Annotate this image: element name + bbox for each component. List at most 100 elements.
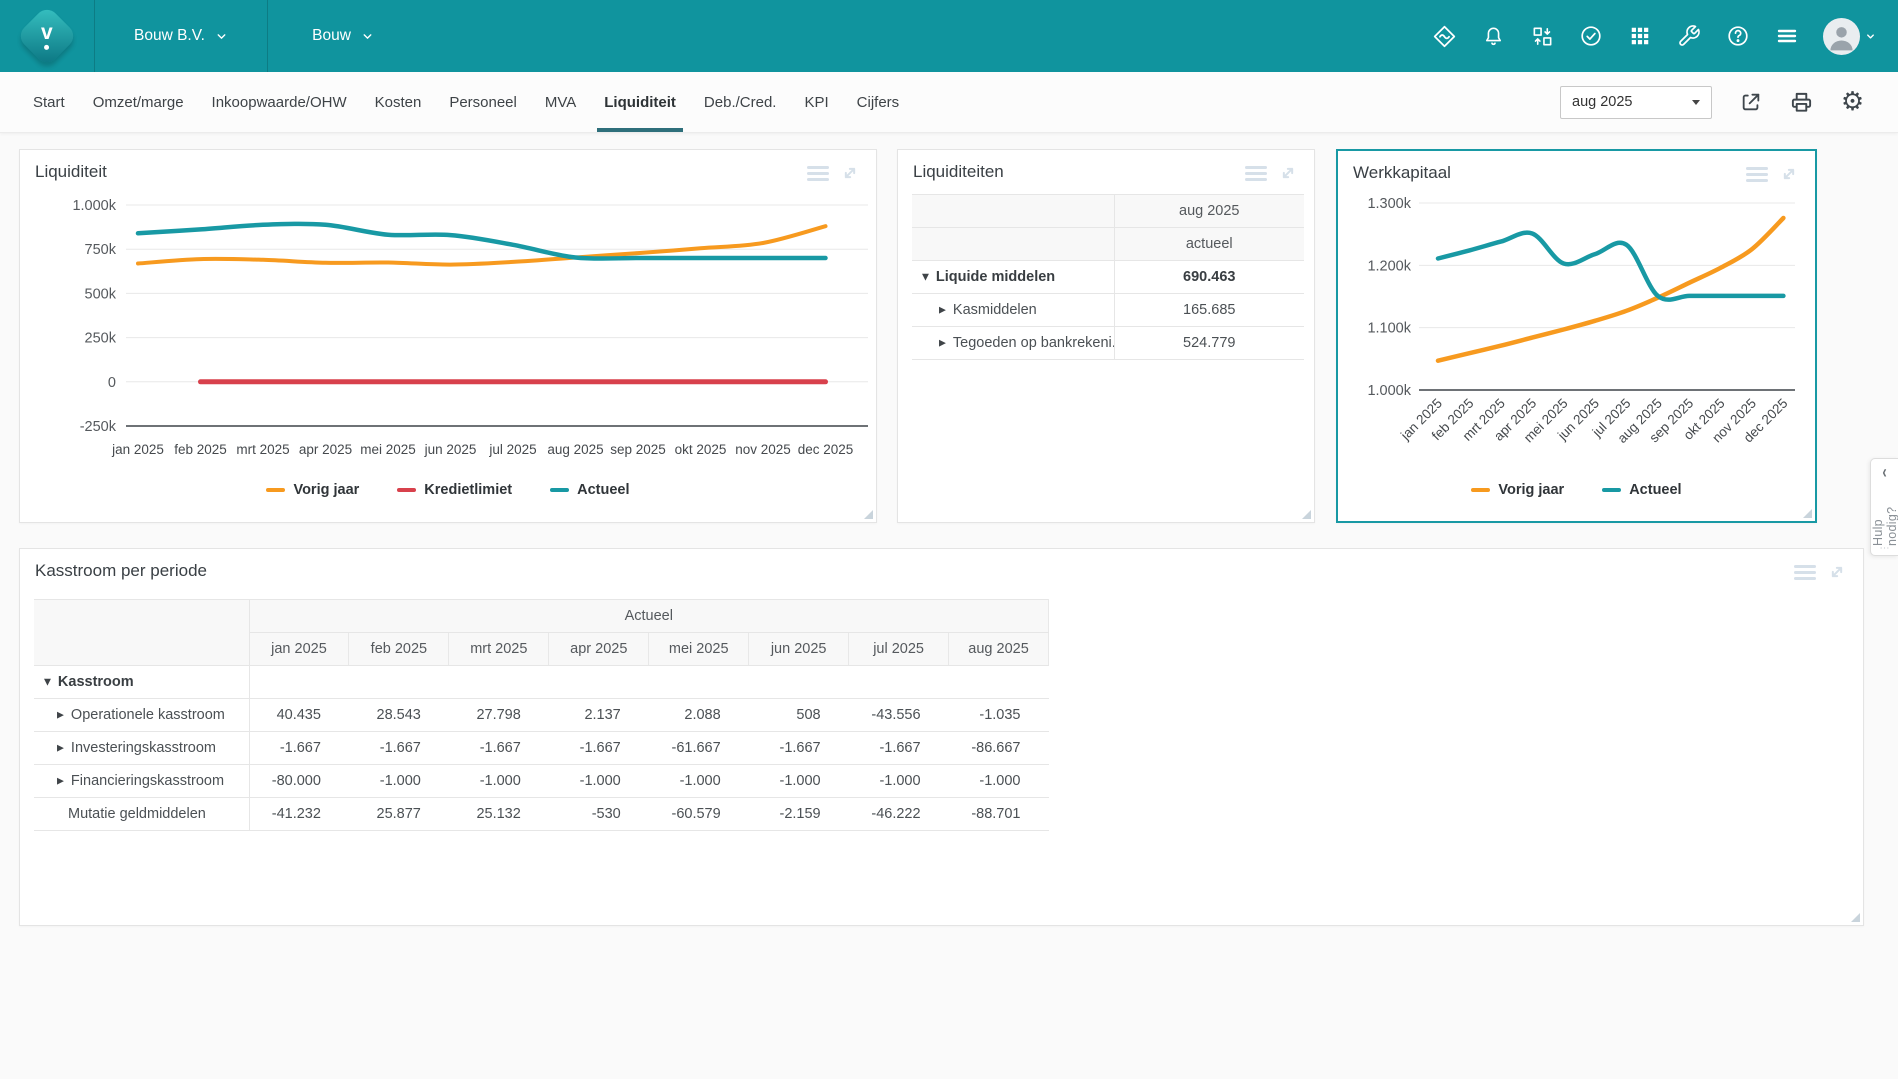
widget-menu-icon[interactable] [1746, 164, 1768, 184]
y-tick-label: 750k [85, 242, 117, 258]
cell-value [749, 666, 849, 699]
table-header-row: aug 2025 [912, 195, 1304, 228]
tab-start[interactable]: Start [33, 72, 65, 132]
workspace-switcher[interactable]: Bouw [268, 0, 418, 72]
top-app-bar: v Bouw B.V. Bouw [0, 0, 1898, 72]
tab-personeel[interactable]: Personeel [449, 72, 517, 132]
legend-item-kredietlimiet: Kredietlimiet [397, 482, 512, 498]
y-tick-label: 1.000k [1367, 383, 1411, 399]
series-vorig-jaar [1438, 218, 1783, 361]
period-select[interactable]: aug 2025 [1560, 86, 1712, 119]
widget-menu-icon[interactable] [1245, 163, 1267, 183]
dashboard-tabbar: Start Omzet/marge Inkoopwaarde/OHW Kosten Pe… [0, 72, 1898, 133]
legend-item-actueel: Actueel [1602, 482, 1681, 498]
panel-liquiditeit: Liquiditeit 1.000k750k500k250k0-250kjan … [19, 149, 877, 523]
visionplanner-icon[interactable] [1431, 23, 1457, 49]
row-label-cell[interactable]: ▶Operationele kasstroom [34, 699, 249, 732]
table-corner-cell [912, 228, 1114, 261]
row-label: Liquide middelen [936, 269, 1055, 285]
table-row-kasmiddelen: ▶Kasmiddelen165.685 [912, 294, 1304, 327]
cell-value: -1.667 [749, 732, 849, 765]
series-actueel [138, 224, 826, 259]
widget-menu-icon[interactable] [1794, 562, 1816, 582]
cell-value: 25.132 [449, 798, 549, 831]
table-group-header-row: Actueel [34, 600, 1049, 633]
row-label-cell[interactable]: ▶Kasmiddelen [912, 294, 1114, 327]
app-logo[interactable]: v [0, 14, 94, 58]
row-label: Tegoeden op bankrekeni... [953, 335, 1114, 351]
expand-arrow-icon[interactable]: ▶ [57, 711, 64, 721]
expand-arrow-icon[interactable]: ▶ [939, 306, 946, 316]
row-label-cell[interactable]: Mutatie geldmiddelen [34, 798, 249, 831]
help-side-tab[interactable]: ‹ Hulp nodig? ⋯ [1870, 458, 1898, 556]
row-label: Investeringskasstroom [71, 740, 216, 756]
cell-value: -61.667 [649, 732, 749, 765]
tab-kpi[interactable]: KPI [804, 72, 828, 132]
resize-handle[interactable] [1851, 913, 1860, 922]
notifications-bell-icon[interactable] [1480, 23, 1506, 49]
cell-value: -86.667 [949, 732, 1049, 765]
werkkapitaal-chart: 1.300k1.200k1.100k1.000kjan 2025feb 2025… [1338, 151, 1815, 521]
period-select-value: aug 2025 [1572, 94, 1632, 110]
tab-mva[interactable]: MVA [545, 72, 576, 132]
tabbar-actions: aug 2025 ⚙ [1560, 86, 1865, 119]
expand-icon[interactable] [840, 163, 862, 183]
apps-grid-icon[interactable] [1627, 23, 1653, 49]
tab-liquiditeit[interactable]: Liquiditeit [604, 72, 676, 132]
user-menu[interactable] [1823, 18, 1876, 55]
expand-icon[interactable] [1278, 163, 1300, 183]
legend-color-dash [266, 488, 285, 493]
widget-menu-icon[interactable] [807, 163, 829, 183]
expand-arrow-icon[interactable]: ▶ [939, 339, 946, 349]
company-switcher[interactable]: Bouw B.V. [95, 0, 267, 72]
expand-arrow-icon[interactable]: ▶ [57, 777, 64, 787]
cell-value: 2.088 [649, 699, 749, 732]
actueel-group-header: Actueel [249, 600, 1049, 633]
table-corner-cell [34, 600, 249, 666]
share-export-icon[interactable] [1738, 90, 1763, 115]
cell-value: -2.159 [749, 798, 849, 831]
resize-handle[interactable] [1803, 509, 1812, 518]
row-label-cell[interactable]: ▶Financieringskasstroom [34, 765, 249, 798]
tab-inkoopwaarde-ohw[interactable]: Inkoopwaarde/OHW [212, 72, 347, 132]
row-value-cell: 524.779 [1114, 327, 1304, 360]
chevron-down-icon [361, 30, 374, 43]
resize-handle[interactable] [1302, 510, 1311, 519]
expand-icon[interactable] [1827, 562, 1849, 582]
expand-icon[interactable] [1779, 164, 1801, 184]
tab-kosten[interactable]: Kosten [375, 72, 422, 132]
month-header-mrt-2025: mrt 2025 [449, 633, 549, 666]
menu-icon[interactable] [1774, 23, 1800, 49]
tasks-check-icon[interactable] [1578, 23, 1604, 49]
collapse-arrow-icon[interactable]: ▼ [44, 678, 51, 688]
tools-wrench-icon[interactable] [1676, 23, 1702, 49]
row-label-cell[interactable]: ▼Kasstroom [34, 666, 249, 699]
settings-gear-icon[interactable]: ⚙ [1840, 90, 1865, 115]
resize-handle[interactable] [864, 510, 873, 519]
cell-value: -530 [549, 798, 649, 831]
collapse-arrow-icon[interactable]: ▼ [922, 273, 929, 283]
print-icon[interactable] [1789, 90, 1814, 115]
period-header-cell: aug 2025 [1114, 195, 1304, 228]
tab-cijfers[interactable]: Cijfers [857, 72, 900, 132]
row-label-cell[interactable]: ▶ Investeringskasstroom [34, 732, 249, 765]
logo-dot [45, 45, 50, 50]
cell-value: -60.579 [649, 798, 749, 831]
visionplanner-logo-diamond: v [16, 5, 78, 67]
table-row-liquide-middelen: ▼Liquide middelen690.463 [912, 261, 1304, 294]
row-label-cell[interactable]: ▶ Tegoeden op bankrekeni... [912, 327, 1114, 360]
tab-deb-cred[interactable]: Deb./Cred. [704, 72, 777, 132]
expand-arrow-icon[interactable]: ▶ [57, 744, 64, 754]
x-tick-label: apr 2025 [299, 442, 352, 457]
cell-value [949, 666, 1049, 699]
help-tab-label: Hulp nodig? [1871, 479, 1898, 546]
data-exchange-icon[interactable] [1529, 23, 1555, 49]
nav-tabs: Start Omzet/marge Inkoopwaarde/OHW Kosten Pe… [33, 72, 927, 132]
cell-value: 40.435 [249, 699, 349, 732]
drag-dots-icon: ⋯ [1880, 546, 1890, 551]
legend-label: Actueel [577, 482, 629, 498]
help-circle-icon[interactable] [1725, 23, 1751, 49]
cell-value: 2.137 [549, 699, 649, 732]
row-label-cell[interactable]: ▼ Liquide middelen [912, 261, 1114, 294]
tab-omzet-marge[interactable]: Omzet/marge [93, 72, 184, 132]
